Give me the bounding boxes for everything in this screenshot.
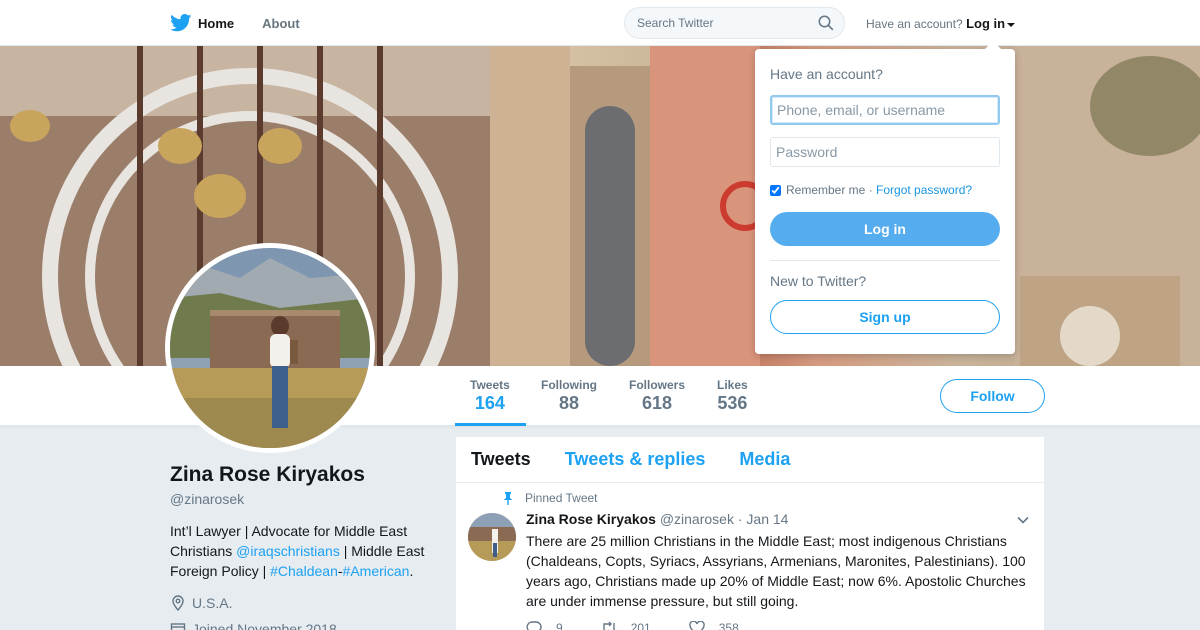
bio-end: . bbox=[409, 563, 414, 579]
separator-dot: · bbox=[865, 183, 877, 197]
profile-joined: Joined November 2018 bbox=[170, 621, 337, 630]
home-label: Home bbox=[198, 15, 235, 31]
stat-following[interactable]: Following 88 bbox=[541, 378, 597, 414]
tab-tweets[interactable]: Tweets bbox=[471, 449, 531, 470]
nav-left: Home About bbox=[170, 0, 328, 46]
password-field[interactable] bbox=[770, 137, 1000, 167]
bio-mention-link[interactable]: @iraqschristians bbox=[236, 543, 340, 559]
stat-likes-label: Likes bbox=[717, 378, 748, 392]
like-action[interactable]: 358 bbox=[688, 621, 739, 630]
pinned-tweet[interactable]: Pinned Tweet Zina Rose Kiryakos @zinaros… bbox=[456, 483, 1044, 630]
tweet-author-handle[interactable]: @zinarosek bbox=[660, 511, 734, 527]
stat-tweets[interactable]: Tweets 164 bbox=[470, 378, 510, 414]
search-icon[interactable] bbox=[818, 15, 834, 31]
stat-followers-label: Followers bbox=[629, 378, 686, 392]
remember-label: Remember me bbox=[786, 183, 866, 197]
tweet-text: There are 25 million Christians in the M… bbox=[526, 533, 1026, 609]
forgot-password-link[interactable]: Forgot password? bbox=[876, 183, 972, 197]
remember-row: Remember me · Forgot password? bbox=[770, 183, 972, 197]
twitter-bird-icon bbox=[170, 14, 192, 32]
remember-checkbox[interactable] bbox=[770, 184, 781, 196]
reply-action[interactable]: 9 bbox=[526, 621, 563, 630]
tweet-date[interactable]: · Jan 14 bbox=[738, 511, 789, 527]
dropdown-title: Have an account? bbox=[770, 66, 883, 82]
signup-button[interactable]: Sign up bbox=[770, 300, 1000, 334]
tweet-actions: 9 201 358 bbox=[526, 621, 777, 630]
stat-followers[interactable]: Followers 618 bbox=[629, 378, 685, 414]
pinned-indicator: Pinned Tweet bbox=[502, 491, 598, 505]
profile-handle[interactable]: @zinarosek bbox=[170, 491, 244, 507]
reply-icon bbox=[526, 621, 542, 630]
timeline: Tweets Tweets & replies Media Pinned Twe… bbox=[456, 437, 1044, 630]
search-input[interactable] bbox=[625, 8, 805, 38]
follow-button[interactable]: Follow bbox=[940, 379, 1045, 413]
pinned-label: Pinned Tweet bbox=[525, 491, 598, 505]
stat-likes-value: 536 bbox=[717, 393, 748, 413]
joined-text: Joined November 2018 bbox=[192, 621, 337, 630]
profile-bio: Int’l Lawyer | Advocate for Middle East … bbox=[170, 521, 440, 581]
reply-count: 9 bbox=[556, 621, 563, 630]
tweet-header: Zina Rose Kiryakos @zinarosek · Jan 14 bbox=[526, 511, 788, 527]
retweet-count: 201 bbox=[630, 621, 651, 630]
profile-location: U.S.A. bbox=[170, 595, 232, 611]
profile-name[interactable]: Zina Rose Kiryakos bbox=[170, 463, 365, 487]
about-link[interactable]: About bbox=[262, 16, 300, 31]
stat-following-label: Following bbox=[541, 378, 597, 392]
home-link[interactable]: Home bbox=[170, 14, 234, 32]
dropdown-divider bbox=[770, 260, 1000, 261]
login-button[interactable]: Log in bbox=[770, 212, 1000, 246]
like-count: 358 bbox=[718, 621, 739, 630]
bio-hashtag-link[interactable]: #American bbox=[343, 563, 410, 579]
new-to-twitter-text: New to Twitter? bbox=[770, 273, 867, 289]
stat-following-value: 88 bbox=[558, 393, 580, 413]
tweet-avatar[interactable] bbox=[468, 513, 516, 561]
chevron-down-icon[interactable] bbox=[1017, 516, 1029, 524]
tweet-author-name[interactable]: Zina Rose Kiryakos bbox=[526, 511, 656, 527]
stat-tweets-label: Tweets bbox=[470, 378, 510, 392]
avatar-image bbox=[170, 248, 370, 448]
retweet-action[interactable]: 201 bbox=[601, 621, 651, 630]
login-link-label: Log in bbox=[966, 16, 1006, 31]
calendar-icon bbox=[170, 623, 186, 630]
top-navigation: Home About Have an account? Log in bbox=[0, 0, 1200, 46]
have-account-text: Have an account? bbox=[866, 17, 963, 31]
tab-tweets-replies[interactable]: Tweets & replies bbox=[565, 449, 706, 470]
stat-tweets-value: 164 bbox=[474, 393, 505, 413]
stat-followers-value: 618 bbox=[641, 393, 673, 413]
search-box bbox=[624, 7, 845, 39]
tab-media[interactable]: Media bbox=[739, 449, 790, 470]
location-icon bbox=[172, 595, 184, 611]
location-text: U.S.A. bbox=[192, 595, 233, 611]
stat-likes[interactable]: Likes 536 bbox=[717, 378, 748, 414]
login-dropdown: Have an account? Remember me · Forgot pa… bbox=[755, 41, 1015, 354]
heart-icon bbox=[688, 621, 705, 630]
tweet-avatar-image bbox=[468, 513, 516, 561]
active-stat-underline bbox=[455, 423, 526, 426]
profile-avatar[interactable] bbox=[165, 243, 375, 453]
username-field[interactable] bbox=[770, 95, 1000, 125]
caret-down-icon bbox=[1007, 22, 1016, 27]
pin-icon bbox=[503, 491, 513, 505]
bio-hashtag-link[interactable]: #Chaldean bbox=[270, 563, 338, 579]
retweet-icon bbox=[602, 621, 615, 630]
timeline-tabs: Tweets Tweets & replies Media bbox=[456, 437, 1044, 483]
account-prompt: Have an account? Log in bbox=[866, 16, 1016, 31]
login-dropdown-toggle[interactable]: Log in bbox=[966, 16, 1016, 31]
